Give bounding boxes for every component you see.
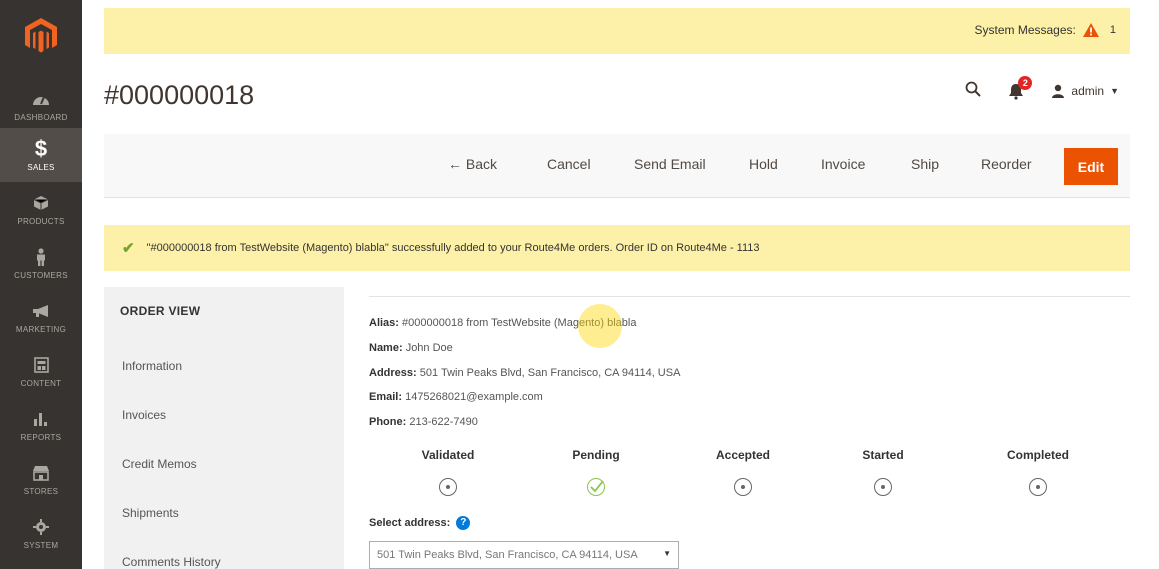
admin-sidebar: DASHBOARD $ SALES PRODUCTS CUSTOMERS MAR… [0,0,82,569]
system-messages-label: System Messages: [974,23,1076,37]
cursor-highlight [578,304,622,348]
status-pending: Pending [536,448,656,496]
reorder-button[interactable]: Reorder [981,156,1032,172]
invoice-button[interactable]: Invoice [821,156,865,172]
name-value: John Doe [405,342,453,354]
chevron-down-icon: ▼ [663,549,671,558]
sidebar-item-reports[interactable]: REPORTS [0,398,82,452]
order-view-tab-comments-history[interactable]: Comments History [122,555,221,569]
name-label: Name: [369,342,403,354]
sidebar-item-sales[interactable]: $ SALES [0,128,82,182]
sidebar-item-label: CONTENT [20,379,62,388]
sidebar-item-label: SALES [27,163,55,172]
status-dot-icon [874,478,892,496]
help-icon[interactable]: ? [456,516,471,530]
dollar-icon: $ [34,136,48,161]
cancel-button[interactable]: Cancel [547,156,591,172]
gear-icon [33,516,49,538]
person-icon [35,246,47,268]
system-messages-bar: System Messages: 1 [104,8,1130,54]
order-view-title: ORDER VIEW [120,304,201,318]
email-row: Email: 1475268021@example.com [369,391,543,403]
success-message-text: "#000000018 from TestWebsite (Magento) b… [146,242,760,254]
sidebar-item-label: CUSTOMERS [14,271,68,280]
divider [369,296,1130,297]
select-address-label: Select address: ? [369,516,471,530]
content-icon [33,354,49,376]
address-select[interactable]: 501 Twin Peaks Blvd, San Francisco, CA 9… [369,541,679,569]
cube-icon [33,192,49,214]
order-view-tab-invoices[interactable]: Invoices [122,408,166,422]
sidebar-item-label: REPORTS [20,433,62,442]
sidebar-item-customers[interactable]: CUSTOMERS [0,236,82,290]
phone-label: Phone: [369,416,407,428]
status-accepted: Accepted [683,448,803,496]
sidebar-item-dashboard[interactable]: DASHBOARD [0,78,82,132]
address-label: Address: [369,367,417,379]
send-email-button[interactable]: Send Email [634,156,706,172]
system-messages-count: 1 [1109,24,1116,36]
status-started: Started [823,448,943,496]
order-view-tab-shipments[interactable]: Shipments [122,506,179,520]
status-dot-icon [439,478,457,496]
status-validated: Validated [388,448,508,496]
address-select-value: 501 Twin Peaks Blvd, San Francisco, CA 9… [377,549,638,561]
sidebar-item-system[interactable]: SYSTEM [0,506,82,560]
sidebar-item-label: MARKETING [15,325,67,334]
address-row: Address: 501 Twin Peaks Blvd, San Franci… [369,367,680,379]
back-button[interactable]: ← Back [448,156,497,172]
status-label: Started [862,448,904,462]
order-view-tab-credit-memos[interactable]: Credit Memos [122,457,197,471]
status-dot-icon [734,478,752,496]
email-value: 1475268021@example.com [405,391,543,403]
user-icon [1052,84,1065,98]
status-label: Validated [421,448,475,462]
sidebar-item-label: STORES [23,487,59,496]
search-icon[interactable] [965,81,982,102]
status-label: Accepted [715,448,771,462]
magento-logo[interactable] [0,0,82,72]
address-value: 501 Twin Peaks Blvd, San Francisco, CA 9… [419,367,681,379]
header-actions: 2 admin ▼ [965,76,1119,106]
status-label: Pending [572,448,620,462]
status-label: Completed [1006,448,1069,462]
warning-icon [1082,23,1099,37]
order-view-tab-information[interactable]: Information [122,359,182,373]
status-completed: Completed [978,448,1098,496]
name-row: Name: John Doe [369,342,453,354]
page-title: #000000018 [104,80,255,110]
store-icon [32,462,50,484]
sidebar-item-label: DASHBOARD [14,113,68,122]
system-messages[interactable]: System Messages: 1 [974,22,1116,38]
sidebar-item-label: SYSTEM [23,541,59,550]
edit-button[interactable]: Edit [1064,148,1118,185]
phone-value: 213-622-7490 [409,416,478,428]
sidebar-item-marketing[interactable]: MARKETING [0,290,82,344]
dashboard-icon [32,88,50,110]
admin-username: admin [1071,84,1105,98]
notifications-button[interactable]: 2 [1007,76,1033,100]
ship-button[interactable]: Ship [911,156,939,172]
sidebar-item-label: PRODUCTS [17,217,65,226]
status-check-icon [587,478,605,496]
success-message: ✔ "#000000018 from TestWebsite (Magento)… [104,225,1130,271]
alias-label: Alias: [369,317,399,329]
megaphone-icon [32,300,50,322]
status-dot-icon [1029,478,1047,496]
page-actions-toolbar: ← Back Cancel Send Email Hold Invoice Sh… [104,134,1130,198]
chevron-down-icon: ▼ [1110,86,1119,96]
sidebar-item-products[interactable]: PRODUCTS [0,182,82,236]
admin-user-menu[interactable]: admin ▼ [1051,84,1119,98]
phone-row: Phone: 213-622-7490 [369,416,478,428]
hold-button[interactable]: Hold [749,156,778,172]
select-address-text: Select address: [369,517,451,529]
notification-count-badge: 2 [1018,76,1033,90]
magento-logo-icon [25,18,57,53]
checkmark-icon: ✔ [122,240,135,257]
sidebar-item-stores[interactable]: STORES [0,452,82,506]
order-view-panel: ORDER VIEW Information Invoices Credit M… [104,287,344,569]
sidebar-item-content[interactable]: CONTENT [0,344,82,398]
email-label: Email: [369,391,403,403]
bar-chart-icon [33,408,49,430]
